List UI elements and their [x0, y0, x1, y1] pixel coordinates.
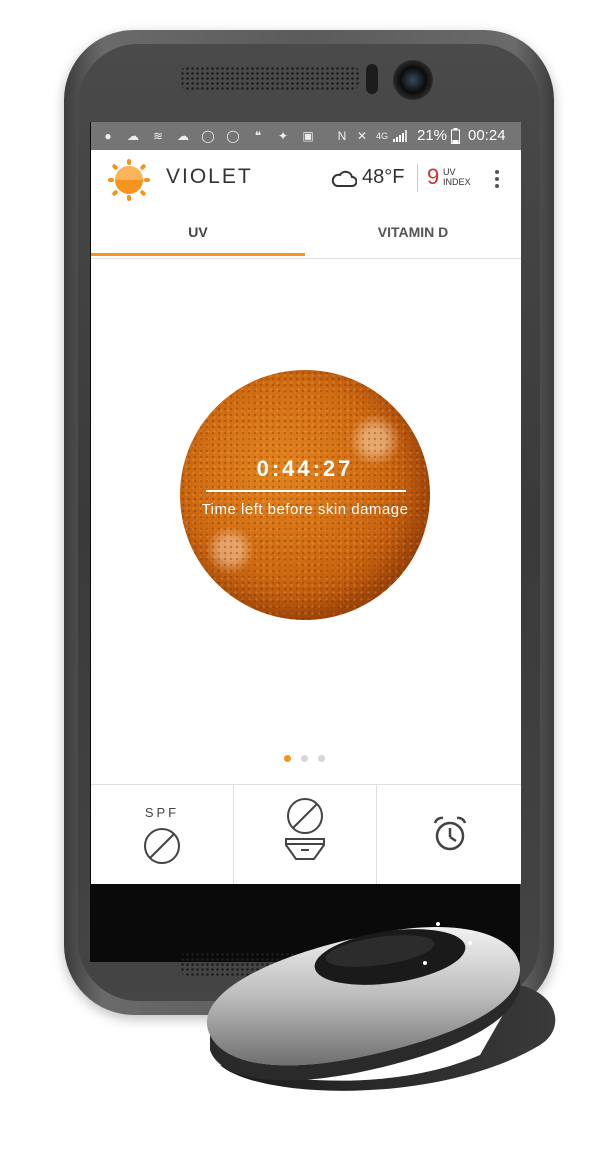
nfc-icon: N [337, 129, 347, 143]
no-sunscreen-icon [144, 828, 180, 864]
network-icon: 4G [375, 131, 388, 141]
uv-sensor-device [206, 922, 556, 1091]
signal-icon [393, 130, 407, 142]
page-indicator-dot[interactable] [284, 755, 291, 762]
tab-uv[interactable]: UV [91, 208, 305, 256]
alarm-clock-icon [433, 816, 467, 851]
cloud-icon: ☁ [127, 129, 139, 143]
battery-percent: 21% [417, 127, 448, 144]
status-bar: ● ☁ ≋ ☁ ◯ ◯ ❝ ✦ ▣ N ✕ 4G 21% 00:24 [91, 122, 521, 150]
clock: 00:24 [468, 127, 506, 144]
uv-index-value: 9 [427, 164, 440, 189]
battery-icon [451, 128, 460, 144]
speaker-grill-top [180, 66, 360, 90]
app-bar: VIOLET 48°F 9 UV INDEX [91, 150, 521, 208]
no-clothing-icon [287, 798, 323, 834]
sun-texture [180, 370, 430, 620]
tab-bar: UV VITAMIN D [91, 208, 521, 259]
whatsapp-icon: ◯ [201, 129, 215, 143]
underwear-icon [285, 838, 325, 860]
timer-caption: Time left before skin damage [201, 501, 409, 518]
uv-index-label: INDEX [443, 177, 471, 187]
more-vert-icon[interactable] [491, 168, 503, 190]
messenger-icon: ◯ [226, 129, 240, 143]
chat-icon: ● [104, 129, 112, 143]
page-indicator-dot[interactable] [318, 755, 325, 762]
front-camera-icon [393, 60, 433, 100]
app-title: VIOLET [166, 165, 253, 188]
temperature: 48°F [362, 166, 405, 188]
mute-icon: ✕ [356, 129, 368, 143]
sun-logo-icon [108, 159, 150, 201]
bottom-action-bar: SPF [91, 784, 521, 884]
app-screen: ● ☁ ≋ ☁ ◯ ◯ ❝ ✦ ▣ N ✕ 4G 21% 00:24 VIOLE… [91, 122, 521, 884]
cloud-icon: ☁ [177, 129, 189, 143]
tab-vitamin-d[interactable]: VITAMIN D [305, 208, 521, 256]
twitter-icon: ✦ [277, 129, 289, 143]
hangouts-icon: ❝ [254, 129, 262, 143]
spf-button[interactable]: SPF [91, 785, 234, 884]
proximity-sensor [366, 64, 378, 94]
exposure-timer: 0:44:27 [256, 456, 354, 481]
divider [417, 164, 418, 192]
image-icon: ▣ [302, 129, 314, 143]
uv-index-label: UV [443, 167, 456, 177]
clothing-button[interactable] [234, 785, 377, 884]
timer-divider [206, 490, 406, 492]
cloud-icon [331, 170, 357, 187]
wifi-icon: ≋ [152, 129, 164, 143]
page-indicator-dot[interactable] [301, 755, 308, 762]
spf-label: SPF [144, 805, 180, 820]
alarm-button[interactable] [377, 785, 521, 884]
